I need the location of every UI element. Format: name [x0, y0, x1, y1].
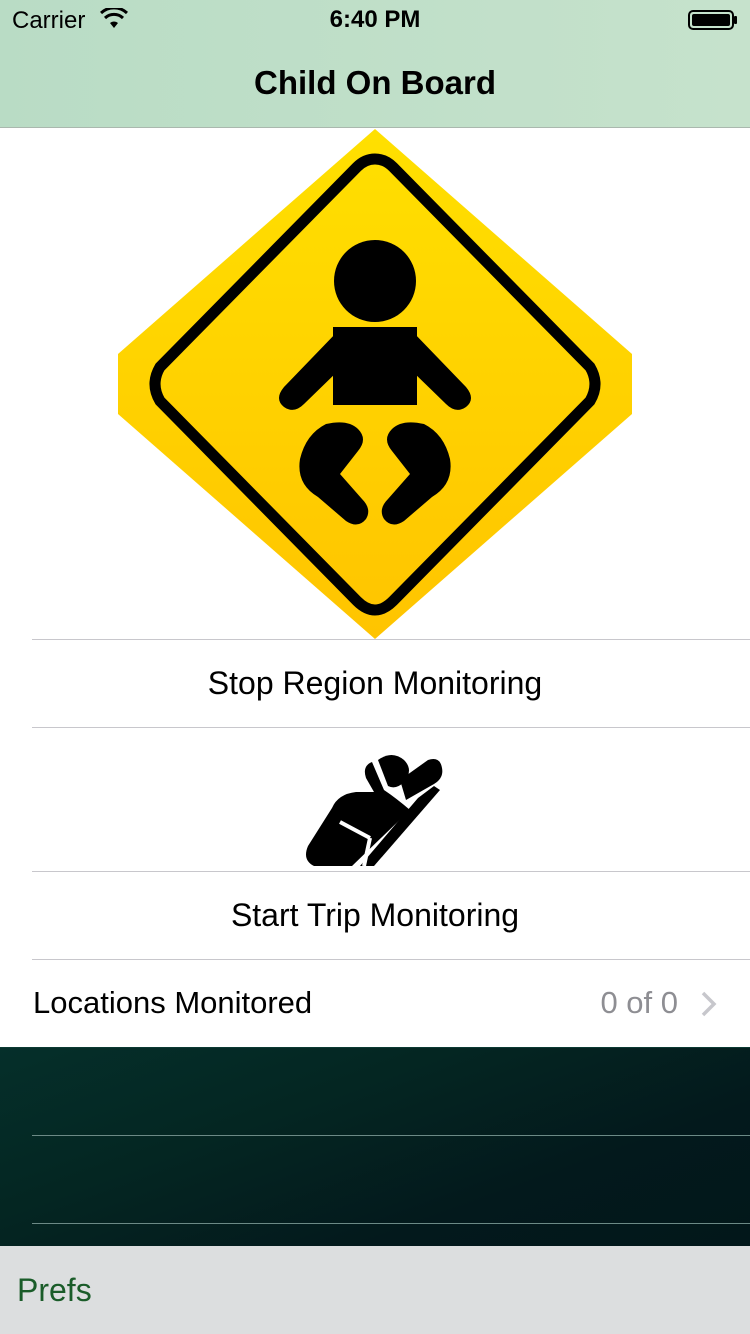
row-divider	[32, 639, 750, 640]
hero-image	[0, 129, 750, 639]
stop-region-monitoring-button[interactable]: Stop Region Monitoring	[0, 665, 750, 702]
locations-monitored-label: Locations Monitored	[33, 985, 313, 1020]
car-seat-icon	[306, 755, 443, 867]
row-divider	[32, 1135, 750, 1136]
row-divider	[32, 1223, 750, 1224]
bottom-toolbar: Prefs	[0, 1246, 750, 1334]
status-time: 6:40 PM	[329, 6, 421, 33]
status-bar: Carrier 6:40 PM	[0, 0, 750, 40]
row-divider	[32, 871, 750, 872]
locations-monitored-count: 0 of 0	[600, 985, 678, 1020]
chevron-right-icon	[701, 991, 717, 1017]
battery-icon	[688, 10, 737, 30]
navigation-bar: Carrier 6:40 PM Child On Board	[0, 0, 750, 128]
page-title: Child On Board	[254, 64, 496, 101]
start-trip-monitoring-button[interactable]: Start Trip Monitoring	[0, 897, 750, 934]
prefs-button[interactable]: Prefs	[17, 1272, 92, 1309]
row-divider	[32, 959, 750, 960]
baby-on-board-sign-icon	[118, 129, 632, 639]
row-divider	[32, 727, 750, 728]
empty-rows-area	[0, 1047, 750, 1246]
